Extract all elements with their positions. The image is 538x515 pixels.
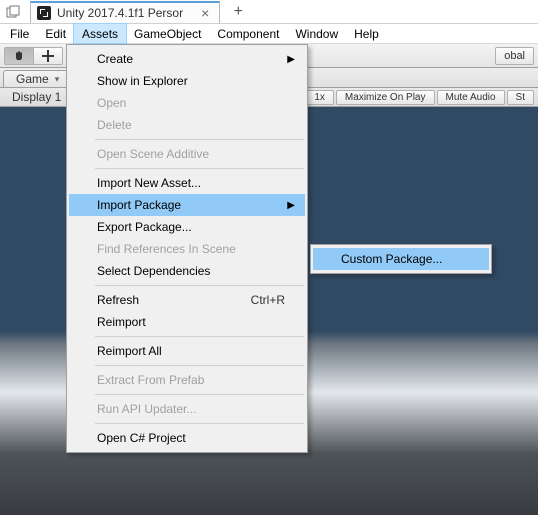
move-tool-button[interactable]: [33, 47, 63, 65]
hand-tool-button[interactable]: [4, 47, 34, 65]
move-icon: [42, 50, 54, 62]
caret-icon: ▾: [55, 74, 60, 85]
menu-reimport-all[interactable]: Reimport All: [69, 340, 305, 362]
menu-reimport[interactable]: Reimport: [69, 311, 305, 333]
assets-dropdown: Create ▶ Show in Explorer Open Delete Op…: [66, 44, 308, 453]
menu-separator: [95, 285, 304, 286]
menu-show-in-explorer[interactable]: Show in Explorer: [69, 70, 305, 92]
menu-window[interactable]: Window: [287, 24, 346, 43]
display-selector[interactable]: Display 1: [4, 90, 69, 105]
document-tab[interactable]: Unity 2017.4.1f1 Persor ×: [30, 1, 220, 23]
menu-separator: [95, 423, 304, 424]
menu-help[interactable]: Help: [346, 24, 387, 43]
menu-separator: [95, 139, 304, 140]
display-label: Display 1: [12, 90, 61, 104]
menu-assets[interactable]: Assets: [74, 24, 126, 43]
menu-component[interactable]: Component: [209, 24, 287, 43]
maximize-on-play-button[interactable]: Maximize On Play: [336, 90, 435, 105]
close-icon[interactable]: ×: [201, 6, 209, 20]
menu-extract-from-prefab[interactable]: Extract From Prefab: [69, 369, 305, 391]
menu-refresh[interactable]: Refresh Ctrl+R: [69, 289, 305, 311]
menu-find-references[interactable]: Find References In Scene: [69, 238, 305, 260]
menu-open-csharp-project[interactable]: Open C# Project: [69, 427, 305, 449]
menu-select-dependencies[interactable]: Select Dependencies: [69, 260, 305, 282]
tab-title: Unity 2017.4.1f1 Persor: [57, 6, 183, 20]
menu-delete[interactable]: Delete: [69, 114, 305, 136]
menu-separator: [95, 365, 304, 366]
game-tab-label: Game: [16, 72, 49, 86]
menubar: File Edit Assets GameObject Component Wi…: [0, 24, 538, 44]
menu-import-package-label: Import Package: [97, 198, 181, 212]
toolbar-right-chip[interactable]: obal: [495, 47, 534, 65]
window-stack-icon: [6, 5, 20, 19]
menu-refresh-label: Refresh: [97, 293, 139, 307]
menu-separator: [95, 168, 304, 169]
menu-open[interactable]: Open: [69, 92, 305, 114]
scale-label[interactable]: 1x: [305, 90, 334, 105]
menu-run-api-updater[interactable]: Run API Updater...: [69, 398, 305, 420]
menu-edit[interactable]: Edit: [37, 24, 74, 43]
menu-separator: [95, 336, 304, 337]
chevron-right-icon: ▶: [287, 200, 295, 211]
menu-refresh-shortcut: Ctrl+R: [251, 293, 285, 307]
stats-button[interactable]: St: [507, 90, 534, 105]
menu-file[interactable]: File: [2, 24, 37, 43]
menu-gameobject[interactable]: GameObject: [126, 24, 209, 43]
mute-audio-button[interactable]: Mute Audio: [437, 90, 505, 105]
unity-icon: [37, 6, 51, 20]
menu-import-new-asset[interactable]: Import New Asset...: [69, 172, 305, 194]
titlebar: Unity 2017.4.1f1 Persor × +: [0, 0, 538, 24]
new-tab-button[interactable]: +: [224, 2, 252, 22]
chevron-right-icon: ▶: [287, 54, 295, 65]
menu-create-label: Create: [97, 52, 133, 66]
import-package-submenu: Custom Package...: [310, 244, 492, 274]
hand-icon: [13, 50, 25, 62]
menu-open-scene-additive[interactable]: Open Scene Additive: [69, 143, 305, 165]
menu-custom-package[interactable]: Custom Package...: [313, 248, 489, 270]
menu-separator: [95, 394, 304, 395]
game-tab[interactable]: Game ▾: [3, 70, 72, 87]
menu-import-package[interactable]: Import Package ▶: [69, 194, 305, 216]
menu-export-package[interactable]: Export Package...: [69, 216, 305, 238]
menu-create[interactable]: Create ▶: [69, 48, 305, 70]
